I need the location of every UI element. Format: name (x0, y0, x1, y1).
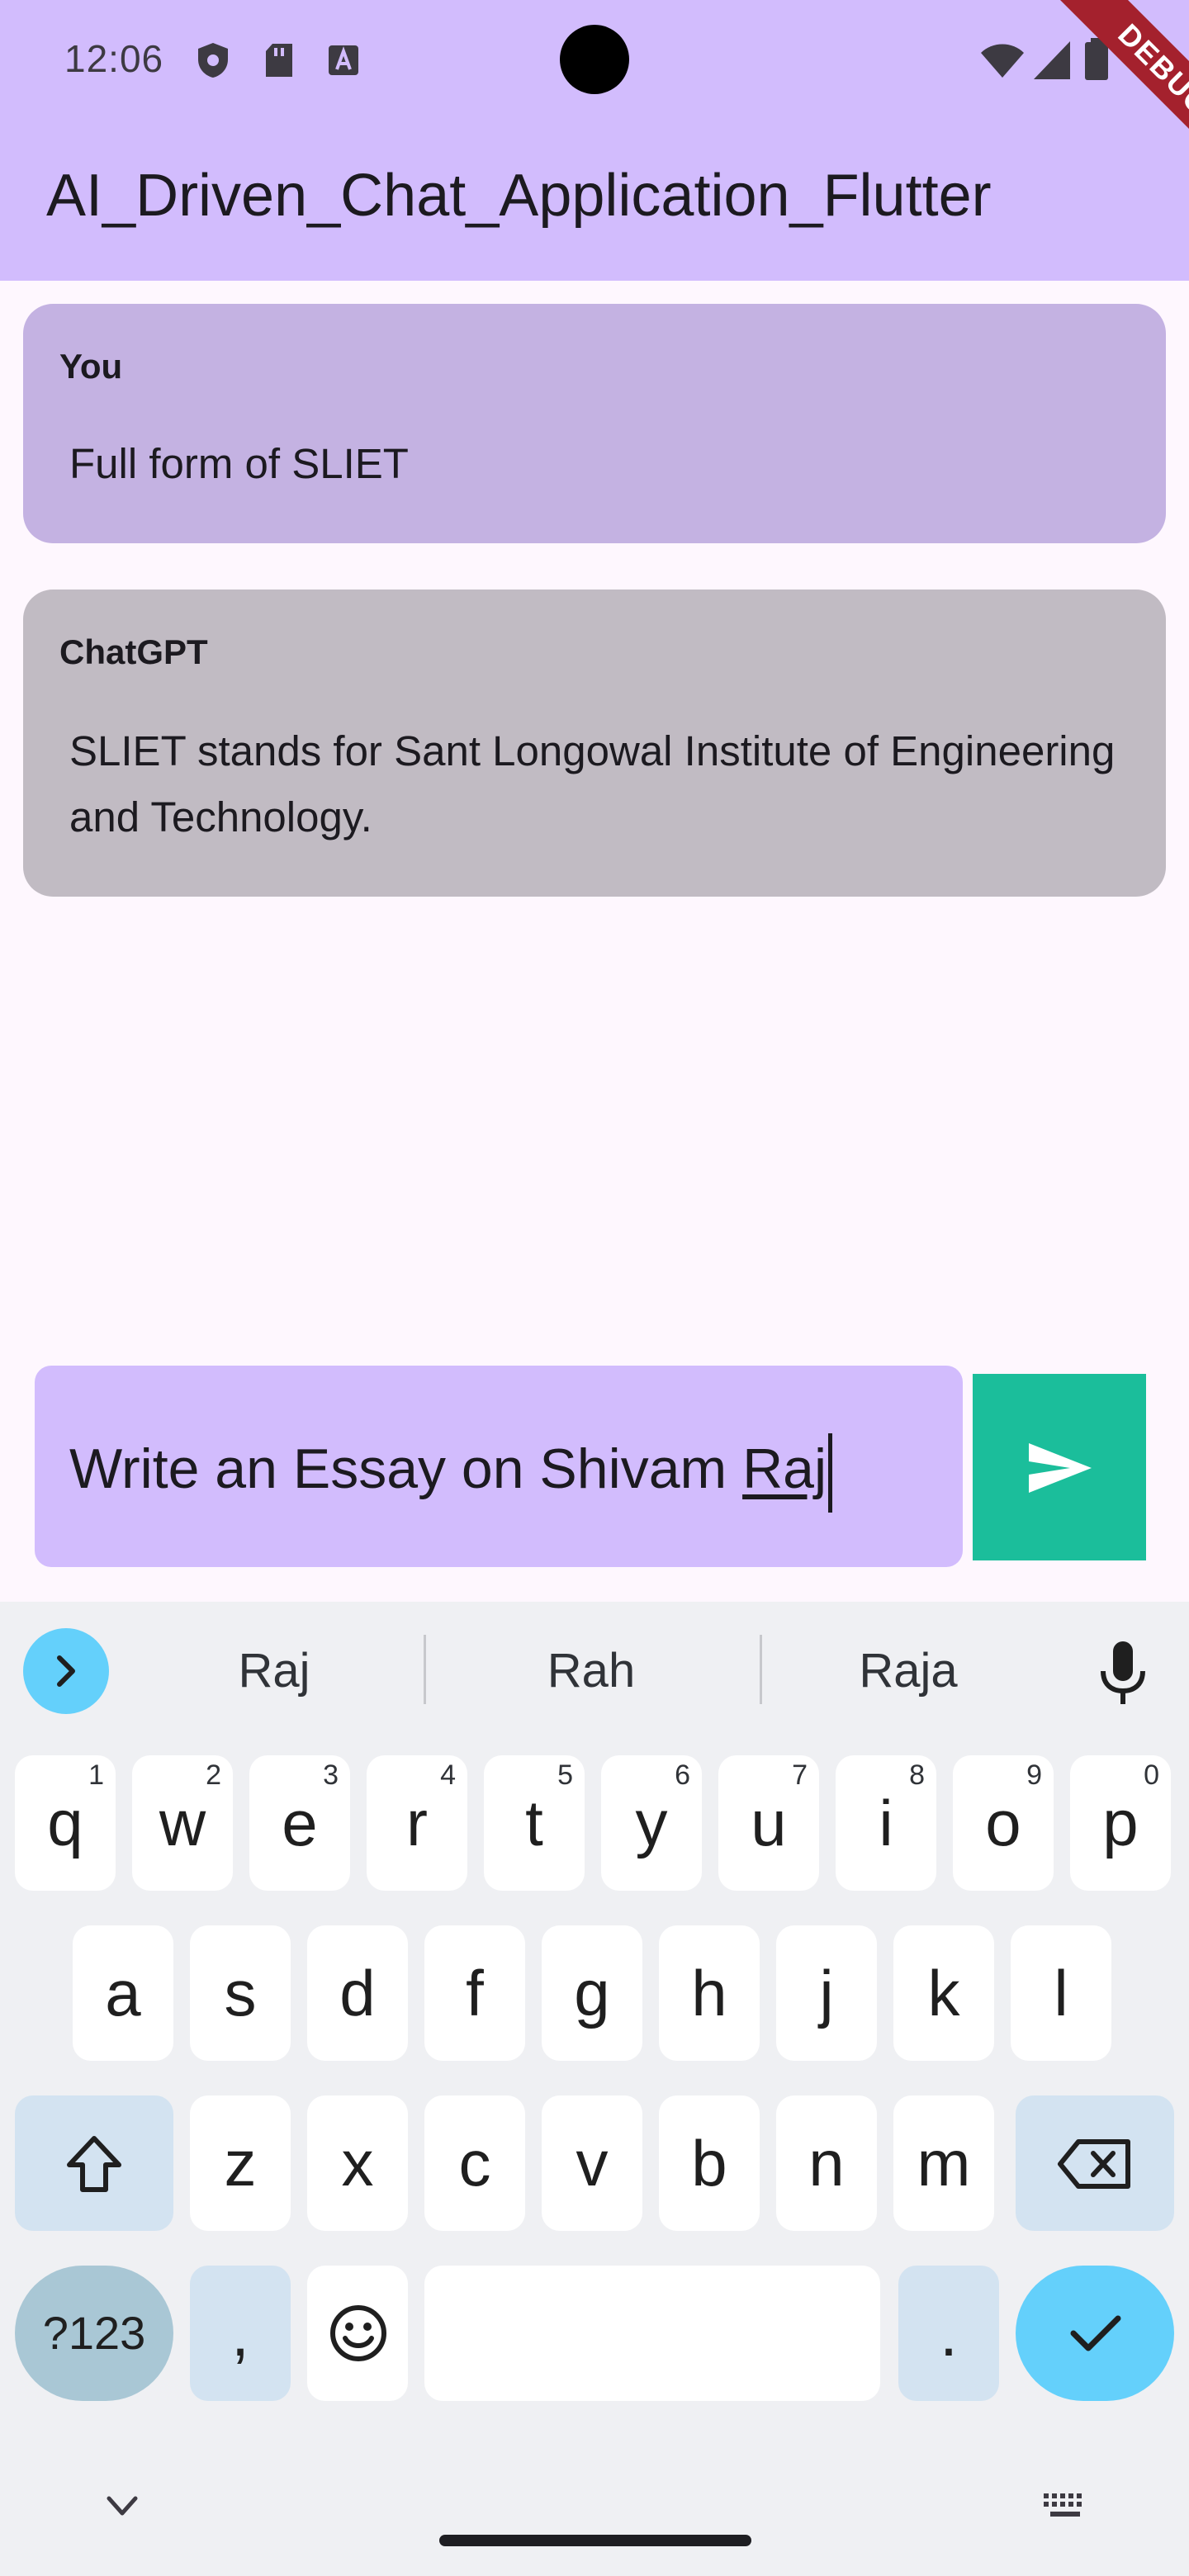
key-s[interactable]: s (190, 1925, 291, 2061)
message-text: Full form of SLIET (69, 440, 409, 487)
chevron-right-icon (57, 1655, 75, 1687)
key-c[interactable]: c (424, 2095, 525, 2231)
home-indicator[interactable] (439, 2535, 751, 2546)
key-g[interactable]: g (542, 1925, 642, 2061)
key-y[interactable]: y6 (601, 1755, 702, 1891)
shift-icon (67, 2136, 121, 2192)
message-text: SLIET stands for Sant Longowal Institute… (69, 727, 1116, 841)
keyboard (0, 1602, 1189, 2576)
microphone-icon[interactable] (1090, 1638, 1156, 1707)
shield-icon (198, 43, 228, 78)
message-bubble-user: You Full form of SLIET (23, 304, 1166, 543)
enter-key[interactable] (1016, 2266, 1174, 2401)
message-bubble-bot: ChatGPT SLIET stands for Sant Longowal I… (23, 590, 1166, 897)
key-j[interactable]: j (776, 1925, 877, 2061)
key-o[interactable]: o9 (953, 1755, 1054, 1891)
message-sender: ChatGPT (59, 632, 208, 671)
keyboard-hide-icon[interactable] (102, 2490, 142, 2523)
emoji-key[interactable] (307, 2266, 408, 2401)
key-d[interactable]: d (307, 1925, 408, 2061)
key-q[interactable]: q1 (15, 1755, 116, 1891)
key-r[interactable]: r4 (367, 1755, 467, 1891)
key-p[interactable]: p0 (1070, 1755, 1171, 1891)
suggestion-item[interactable]: Rah (467, 1643, 715, 1698)
key-t[interactable]: t5 (484, 1755, 585, 1891)
comma-key[interactable]: , (190, 2266, 291, 2401)
check-icon (1070, 2315, 1121, 2351)
key-w[interactable]: w2 (132, 1755, 233, 1891)
period-key[interactable]: . (898, 2266, 999, 2401)
key-k[interactable]: k (893, 1925, 994, 2061)
composing-word: Raj (742, 1437, 827, 1500)
sd-card-icon (266, 44, 292, 77)
suggestion-item[interactable]: Raj (150, 1643, 398, 1698)
key-f[interactable]: f (424, 1925, 525, 2061)
symbols-key[interactable]: ?123 (15, 2266, 173, 2401)
key-l[interactable]: l (1011, 1925, 1111, 2061)
message-input-text[interactable]: Write an Essay on Shivam Raj (69, 1433, 833, 1513)
backspace-key[interactable] (1016, 2095, 1174, 2231)
emoji-icon (330, 2305, 386, 2361)
backspace-icon (1058, 2139, 1130, 2189)
key-e[interactable]: e3 (249, 1755, 350, 1891)
key-x[interactable]: x (307, 2095, 408, 2231)
status-time: 12:06 (64, 37, 164, 80)
key-v[interactable]: v (542, 2095, 642, 2231)
key-b[interactable]: b (659, 2095, 760, 2231)
key-i[interactable]: i8 (836, 1755, 936, 1891)
message-sender: You (59, 347, 123, 386)
send-button[interactable] (973, 1374, 1146, 1560)
suggestion-divider (760, 1635, 762, 1704)
text-caret (828, 1433, 833, 1513)
debug-banner: DEBUG (1007, 0, 1189, 182)
key-m[interactable]: m (893, 2095, 994, 2231)
send-icon (1029, 1443, 1092, 1493)
text-a-icon (329, 45, 358, 75)
camera-cutout (560, 25, 629, 94)
key-u[interactable]: u7 (718, 1755, 819, 1891)
suggestion-item[interactable]: Raja (784, 1643, 1032, 1698)
keyboard-switch-icon[interactable] (1042, 2488, 1088, 2522)
key-z[interactable]: z (190, 2095, 291, 2231)
key-n[interactable]: n (776, 2095, 877, 2231)
key-a[interactable]: a (73, 1925, 173, 2061)
keyboard-expand-button[interactable] (23, 1628, 109, 1714)
space-key[interactable] (424, 2266, 880, 2401)
page-title: AI_Driven_Chat_Application_Flutter (46, 163, 992, 229)
key-h[interactable]: h (659, 1925, 760, 2061)
suggestion-divider (424, 1635, 426, 1704)
shift-key[interactable] (15, 2095, 173, 2231)
